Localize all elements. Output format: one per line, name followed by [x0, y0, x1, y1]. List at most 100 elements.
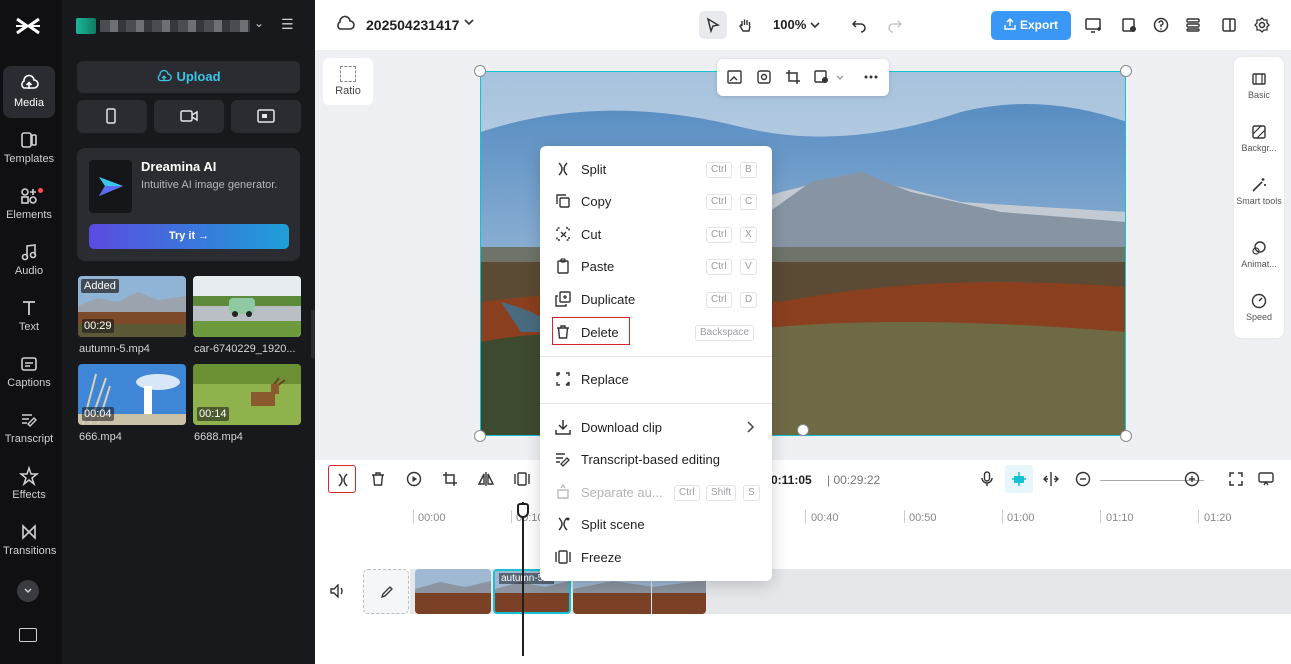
freeze-button[interactable]: [508, 465, 536, 493]
present-screen-button[interactable]: [1079, 11, 1107, 39]
menu-item-transcript-editing[interactable]: Transcript-based editing: [540, 444, 772, 474]
panel-tab-speed[interactable]: Speed: [1234, 293, 1284, 323]
rail-item-text[interactable]: Text: [3, 290, 55, 342]
panel-tab-animation[interactable]: Animat...: [1234, 240, 1284, 270]
fit-timeline-button[interactable]: [1222, 465, 1250, 493]
cloud-sync-icon[interactable]: [335, 15, 355, 33]
undo-icon: [851, 20, 866, 33]
panel-tab-smart-tools[interactable]: Smart tools: [1234, 177, 1284, 207]
crop-button[interactable]: [436, 465, 464, 493]
ratio-button[interactable]: Ratio: [323, 58, 373, 105]
resize-handle-bl[interactable]: [474, 430, 486, 442]
shortcut-key: Backspace: [695, 325, 754, 341]
undo-button[interactable]: [845, 11, 873, 39]
play-clip-button[interactable]: [400, 465, 428, 493]
smart-cutout-icon[interactable]: [756, 69, 772, 85]
rail-item-elements[interactable]: Elements: [3, 178, 55, 230]
workspace-selector[interactable]: ⌄ ☰: [76, 14, 306, 38]
try-it-button[interactable]: Try it →: [89, 224, 289, 249]
menu-item-label: Replace: [581, 372, 629, 387]
transcript-edit-icon: [556, 453, 570, 467]
panel-menu-icon[interactable]: ☰: [281, 16, 294, 33]
select-tool-button[interactable]: [699, 11, 727, 39]
menu-item-delete[interactable]: Delete Backspace: [540, 317, 772, 347]
keyboard-shortcuts-icon[interactable]: [19, 628, 37, 642]
rail-item-label: Elements: [6, 209, 52, 221]
comment-button[interactable]: [1252, 465, 1280, 493]
phone-upload-button[interactable]: [77, 100, 147, 133]
menu-item-split-scene[interactable]: Split scene: [540, 509, 772, 539]
zoom-select[interactable]: 100%: [773, 17, 820, 32]
asset-thumbnail-autumn[interactable]: Added 00:29: [78, 276, 186, 337]
playhead-handle[interactable]: [517, 503, 529, 518]
properties-panel: Basic Backgr... Smart tools Animat... Sp…: [1234, 57, 1284, 338]
delete-button[interactable]: [364, 465, 392, 493]
menu-item-copy[interactable]: Copy Ctrl C: [540, 186, 772, 216]
panel-tab-basic[interactable]: Basic: [1234, 71, 1284, 101]
transitions-bowtie-icon: [22, 524, 36, 540]
panel-tab-background[interactable]: Backgr...: [1234, 124, 1284, 154]
crop-icon[interactable]: [785, 69, 801, 85]
toggle-panel-button[interactable]: [1215, 11, 1243, 39]
timeline[interactable]: 00:00 00:10 00:40 00:50 01:00 01:10 01:2…: [315, 502, 1291, 664]
record-screen-button[interactable]: [231, 100, 301, 133]
capcut-logo-icon[interactable]: [14, 14, 42, 38]
split-button[interactable]: [328, 465, 356, 493]
timeline-clip[interactable]: [415, 569, 491, 614]
zoom-out-button[interactable]: [1069, 465, 1097, 493]
asset-thumbnail-car[interactable]: [193, 276, 301, 337]
menu-item-freeze[interactable]: Freeze: [540, 542, 772, 572]
zoom-value: 100%: [773, 17, 807, 32]
project-title[interactable]: 202504231417: [366, 17, 459, 33]
hand-tool-button[interactable]: [731, 11, 759, 39]
resize-handle-br[interactable]: [1120, 430, 1132, 442]
replace-image-icon[interactable]: [727, 69, 743, 85]
menu-item-download-clip[interactable]: Download clip: [540, 412, 772, 442]
help-button[interactable]: [1147, 11, 1175, 39]
asset-thumbnail-lighthouse[interactable]: 00:04: [78, 364, 186, 425]
layers-button[interactable]: [1179, 11, 1207, 39]
playhead[interactable]: [522, 502, 524, 656]
rail-item-transitions[interactable]: Transitions: [3, 514, 56, 566]
record-camera-button[interactable]: [154, 100, 224, 133]
auto-snap-button[interactable]: [1005, 465, 1033, 493]
split-audio-button[interactable]: [1037, 465, 1065, 493]
rail-item-audio[interactable]: Audio: [3, 234, 55, 286]
hand-icon: [739, 19, 751, 32]
redo-button[interactable]: [881, 11, 909, 39]
upload-button[interactable]: Upload: [77, 61, 300, 93]
review-button[interactable]: [1115, 11, 1143, 39]
rail-expand-button[interactable]: [17, 580, 39, 602]
replace-icon: [556, 372, 570, 386]
rail-item-effects[interactable]: Effects: [3, 458, 55, 510]
menu-separator: [540, 403, 772, 404]
shortcut-key: X: [740, 227, 757, 243]
zoom-in-button[interactable]: [1178, 465, 1206, 493]
asset-thumbnail-deer[interactable]: 00:14: [193, 364, 301, 425]
rail-item-media[interactable]: Media: [3, 66, 55, 118]
video-camera-icon: [180, 110, 198, 122]
menu-item-split[interactable]: Split Ctrl B: [540, 154, 772, 184]
menu-item-replace[interactable]: Replace: [540, 364, 772, 394]
rail-item-captions[interactable]: Captions: [3, 346, 55, 398]
settings-button[interactable]: [1248, 11, 1276, 39]
chevron-down-icon[interactable]: [835, 69, 845, 85]
resize-handle-tl[interactable]: [474, 65, 486, 77]
menu-item-duplicate[interactable]: Duplicate Ctrl D: [540, 284, 772, 314]
record-voice-button[interactable]: [973, 465, 1001, 493]
more-horizontal-icon[interactable]: [863, 69, 879, 85]
asset-name: 666.mp4: [79, 431, 122, 443]
rotate-handle[interactable]: [797, 424, 809, 436]
mask-icon[interactable]: [814, 69, 830, 85]
export-button[interactable]: Export: [991, 11, 1071, 40]
flip-button[interactable]: [472, 465, 500, 493]
cover-edit-button[interactable]: [363, 569, 409, 614]
menu-separator: [540, 356, 772, 357]
chevron-down-icon[interactable]: [463, 17, 475, 30]
menu-item-paste[interactable]: Paste Ctrl V: [540, 251, 772, 281]
rail-item-transcript[interactable]: Transcript: [3, 402, 55, 454]
resize-handle-tr[interactable]: [1120, 65, 1132, 77]
rail-item-templates[interactable]: Templates: [3, 122, 55, 174]
speaker-icon[interactable]: [330, 584, 346, 598]
menu-item-cut[interactable]: Cut Ctrl X: [540, 219, 772, 249]
